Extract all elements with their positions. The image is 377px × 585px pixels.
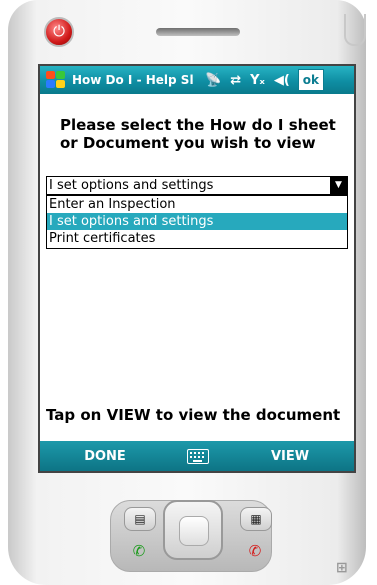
end-call-button[interactable]: ✆ [240,540,270,562]
ok-button[interactable]: ok [297,69,324,91]
phone-icon: ✆ [132,542,146,560]
done-softkey[interactable]: DONE [40,449,170,464]
windows-logo-icon: ⊞ [336,560,348,576]
grid-icon: ▦ [250,512,262,526]
sync-icon[interactable]: ⇄ [230,73,241,88]
prompt-text: Please select the How do I sheet or Docu… [60,116,336,152]
window-icon: ▤ [134,512,146,526]
screen: How Do I - Help Sl 📡 ⇄ Yₓ ◀( ok Please s… [38,64,356,473]
keyboard-toggle[interactable] [170,448,226,464]
right-hardware-button[interactable]: ▦ [240,507,272,531]
dpad[interactable] [163,500,223,560]
titlebar: How Do I - Help Sl 📡 ⇄ Yₓ ◀( ok [40,66,354,94]
dropdown-list: Enter an Inspection I set options and se… [46,195,348,249]
start-icon[interactable] [44,69,68,91]
window-title: How Do I - Help Sl [72,73,194,87]
phone-hangup-icon: ✆ [248,542,262,560]
dropdown-option[interactable]: Enter an Inspection [47,196,347,213]
document-select[interactable]: I set options and settings ▼ [46,176,348,195]
power-icon: ⏻ [53,22,65,40]
speaker-grille [156,28,240,36]
dropdown-option-selected[interactable]: I set options and settings [47,213,347,230]
instruction-text: Tap on VIEW to view the document [46,406,341,424]
softkey-bar: DONE VIEW [40,441,354,471]
chevron-down-icon[interactable]: ▼ [330,177,347,194]
view-softkey[interactable]: VIEW [226,449,354,464]
stylus-slot [344,14,366,46]
dpad-center-button[interactable] [179,516,209,546]
volume-icon[interactable]: ◀( [274,73,290,88]
signal-icon[interactable]: Yₓ [250,73,265,88]
connectivity-icon[interactable]: 📡 [205,73,221,88]
select-value: I set options and settings [49,178,214,193]
left-hardware-button[interactable]: ▤ [124,507,156,531]
call-button[interactable]: ✆ [124,540,154,562]
dropdown-option[interactable]: Print certificates [47,230,347,247]
power-button[interactable]: ⏻ [44,17,74,47]
keyboard-icon [187,448,209,464]
